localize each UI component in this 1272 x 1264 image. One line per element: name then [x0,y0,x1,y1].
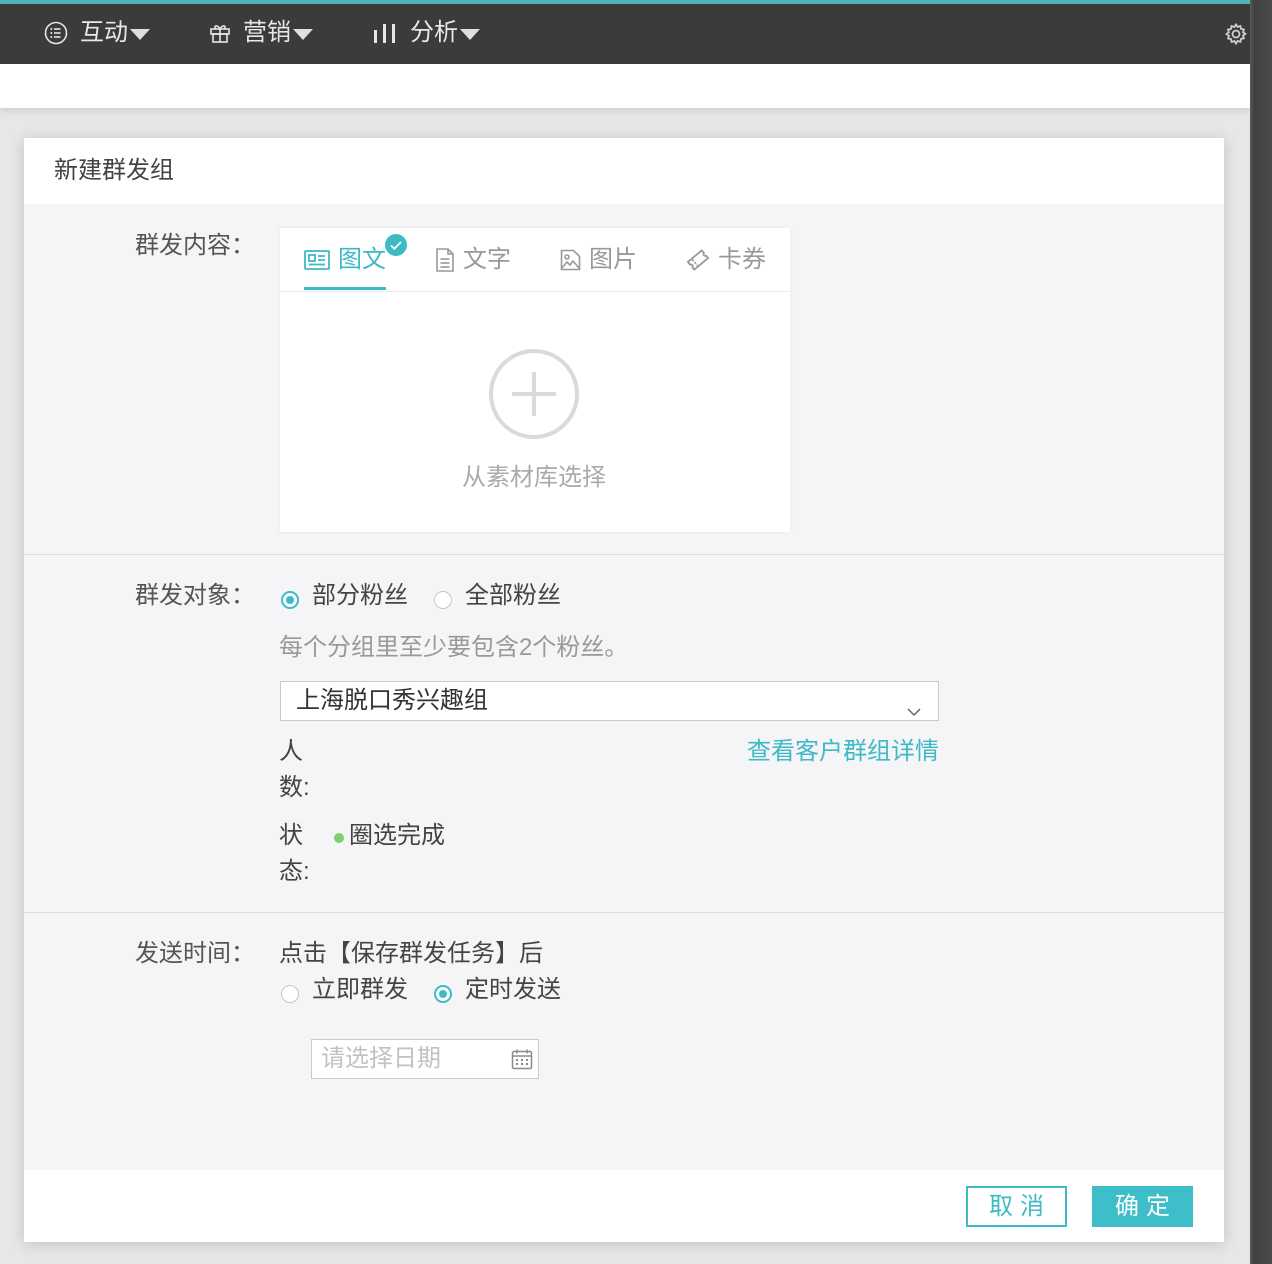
date-input[interactable] [312,1040,502,1078]
send-time-field-label: 发送时间： [135,940,255,967]
date-picker [311,1039,539,1079]
section-divider [24,554,1224,555]
nav-item-interact[interactable]: 互动 [44,2,150,64]
plus-circle-icon [486,346,582,442]
ticket-icon [686,249,710,271]
caret-down-icon [130,28,150,40]
add-from-library-button[interactable]: 从素材库选择 [434,346,634,498]
radio-send-now[interactable] [281,985,299,1003]
section-divider [24,912,1224,913]
top-nav-bar: 互动 营销 分析 [0,0,1250,64]
selected-check-icon [385,234,407,256]
audience-field-label: 群发对象： [135,582,255,609]
send-time-description: 点击【保存群发任务】后 [279,940,543,967]
dialog-title: 新建群发组 [54,157,174,184]
status-dot [334,833,344,843]
radio-send-now-label[interactable]: 立即群发 [312,972,408,1008]
status-label: 状态: [279,822,310,885]
gear-icon[interactable] [1224,22,1248,46]
dialog-footer: 取消 确定 [24,1170,1224,1242]
list-circle-icon [44,21,68,45]
tab-image[interactable]: 图片 [560,242,637,278]
content-panel: 图文 文字 图片 卡券 从素材库选择 [280,228,790,532]
tab-label: 图文 [338,246,386,273]
chevron-down-icon [907,696,921,717]
sub-header-bar [0,64,1250,108]
confirm-button[interactable]: 确定 [1092,1186,1193,1227]
radio-partial-fans-label[interactable]: 部分粉丝 [312,578,408,614]
gift-icon [209,22,231,44]
nav-item-label: 分析 [410,19,458,46]
radio-partial-fans[interactable] [281,591,299,609]
new-broadcast-group-dialog: 新建群发组 群发内容： 图文 文字 图片 卡券 从素材库选择 群发对象： 部分粉… [24,138,1224,1242]
add-from-library-label: 从素材库选择 [462,464,606,491]
nav-item-label: 互动 [80,19,128,46]
document-icon [435,248,455,272]
tab-coupon[interactable]: 卡券 [686,242,766,278]
tab-label: 文字 [463,246,511,273]
tab-label: 卡券 [718,246,766,273]
radio-scheduled-label[interactable]: 定时发送 [465,972,561,1008]
caret-down-icon [293,28,313,40]
tab-label: 图片 [589,246,637,273]
radio-scheduled[interactable] [434,985,452,1003]
group-size-hint: 每个分组里至少要包含2个粉丝。 [279,634,629,661]
tab-text[interactable]: 文字 [435,242,511,278]
calendar-icon[interactable] [511,1048,533,1070]
member-count-label: 人数: [279,738,310,801]
radio-all-fans-label[interactable]: 全部粉丝 [465,578,561,614]
nav-item-analytics[interactable]: 分析 [372,2,480,64]
customer-group-select-value: 上海脱口秀兴趣组 [296,687,488,714]
nav-item-marketing[interactable]: 营销 [209,2,313,64]
dialog-body: 群发内容： 图文 文字 图片 卡券 从素材库选择 群发对象： 部分粉丝 全部粉丝… [24,204,1224,1170]
radio-all-fans[interactable] [434,591,452,609]
nav-item-label: 营销 [243,19,291,46]
cancel-button[interactable]: 取消 [966,1186,1067,1227]
status-value: 圈选完成 [349,822,445,849]
bar-chart-icon [372,21,398,45]
image-icon [560,249,581,271]
content-tabs: 图文 文字 图片 卡券 [280,228,790,292]
customer-group-select[interactable]: 上海脱口秀兴趣组 [280,681,939,721]
tab-article[interactable]: 图文 [304,234,407,290]
caret-down-icon [460,28,480,40]
group-detail-link[interactable]: 查看客户群组详情 [747,734,939,770]
window-edge [1250,0,1272,1264]
content-field-label: 群发内容： [135,232,255,259]
article-icon [304,249,330,271]
